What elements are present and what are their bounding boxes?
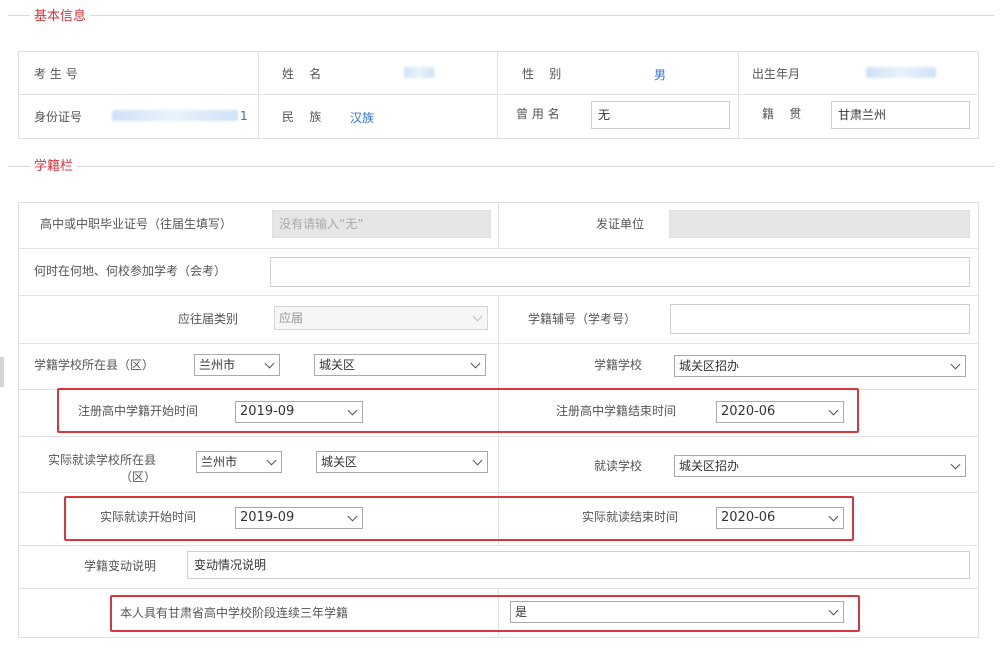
- exam-time-field[interactable]: [270, 257, 970, 287]
- ethnicity-value: 汉族: [350, 111, 375, 125]
- id-value-redacted: [112, 110, 238, 121]
- aux-no-field[interactable]: [670, 304, 970, 334]
- gender-label: 性 别: [522, 67, 562, 81]
- actual-district-value: 城关区: [321, 455, 358, 469]
- chevron-down-icon: [264, 358, 275, 369]
- actual-county-label: 实际就读学校所在县: [48, 453, 157, 467]
- id-value-tail: 1: [240, 109, 248, 123]
- basic-info-rule: [8, 15, 994, 16]
- enrollment-row-divider: [18, 248, 979, 249]
- issuer-field[interactable]: [669, 210, 970, 238]
- school-district-select[interactable]: 城关区: [314, 354, 486, 376]
- name-label: 姓 名: [282, 67, 322, 81]
- change-field[interactable]: 变动情况说明: [187, 551, 970, 579]
- basic-info-row-divider: [18, 94, 979, 95]
- id-label: 身份证号: [34, 110, 83, 124]
- side-scroll-handle[interactable]: [0, 357, 4, 387]
- exam-no-label: 考 生 号: [34, 67, 78, 81]
- former-name-field[interactable]: 无: [591, 101, 730, 129]
- gender-value: 男: [654, 68, 667, 82]
- actual-city-select[interactable]: 兰州市: [196, 451, 282, 473]
- school-select[interactable]: 城关区招办: [674, 355, 966, 377]
- birth-label: 出生年月: [752, 67, 801, 81]
- basic-info-col-divider: [258, 51, 259, 139]
- basic-info-col-divider: [497, 51, 498, 139]
- actual-school-label: 就读学校: [594, 459, 643, 473]
- chevron-down-icon: [472, 455, 483, 466]
- enrollment-col-divider: [498, 202, 499, 248]
- enrollment-row-divider: [18, 545, 979, 546]
- school-city-value: 兰州市: [199, 358, 236, 372]
- reg-period-highlight: [57, 388, 859, 433]
- basic-info-legend: 基本信息: [30, 5, 91, 24]
- grad-cert-field[interactable]: 没有请输入“无”: [272, 210, 491, 238]
- chevron-down-icon: [950, 459, 961, 470]
- exam-time-label: 何时在何地、何校参加学考（会考）: [34, 264, 227, 278]
- school-district-value: 城关区: [319, 358, 356, 372]
- former-name-label: 曾 用 名: [516, 107, 560, 121]
- chevron-down-icon: [266, 455, 277, 466]
- aux-no-label: 学籍辅号（学考号）: [528, 312, 637, 326]
- native-place-field[interactable]: 甘肃兰州: [831, 101, 970, 129]
- chevron-down-icon: [470, 358, 481, 369]
- actual-school-value: 城关区招办: [679, 459, 740, 473]
- school-label: 学籍学校: [594, 358, 643, 372]
- basic-info-col-divider: [738, 51, 739, 139]
- birth-value-redacted: [866, 67, 936, 78]
- actual-city-value: 兰州市: [201, 455, 238, 469]
- enrollment-legend: 学籍栏: [30, 155, 78, 174]
- change-label: 学籍变动说明: [84, 559, 157, 573]
- ethnicity-label: 民 族: [282, 110, 322, 124]
- issuer-label: 发证单位: [596, 217, 645, 231]
- enrollment-rule: [8, 166, 994, 167]
- actual-county-label-suffix: （区）: [120, 470, 157, 484]
- student-type-label: 应往届类别: [178, 312, 239, 326]
- school-city-select[interactable]: 兰州市: [194, 354, 280, 376]
- school-county-label: 学籍学校所在县（区）: [34, 358, 155, 372]
- student-type-value: 应届: [279, 311, 304, 325]
- chevron-down-icon: [950, 359, 961, 370]
- native-place-label: 籍 贯: [762, 107, 802, 121]
- three-year-highlight: [110, 595, 860, 632]
- school-value: 城关区招办: [679, 359, 740, 373]
- grad-cert-label: 高中或中职毕业证号（往届生填写）: [40, 217, 233, 231]
- actual-district-select[interactable]: 城关区: [316, 451, 488, 473]
- actual-period-highlight: [64, 496, 854, 541]
- chevron-down-icon: [472, 311, 483, 322]
- student-type-select[interactable]: 应届: [274, 306, 488, 330]
- name-value-redacted: [404, 67, 434, 78]
- actual-school-select[interactable]: 城关区招办: [674, 455, 966, 477]
